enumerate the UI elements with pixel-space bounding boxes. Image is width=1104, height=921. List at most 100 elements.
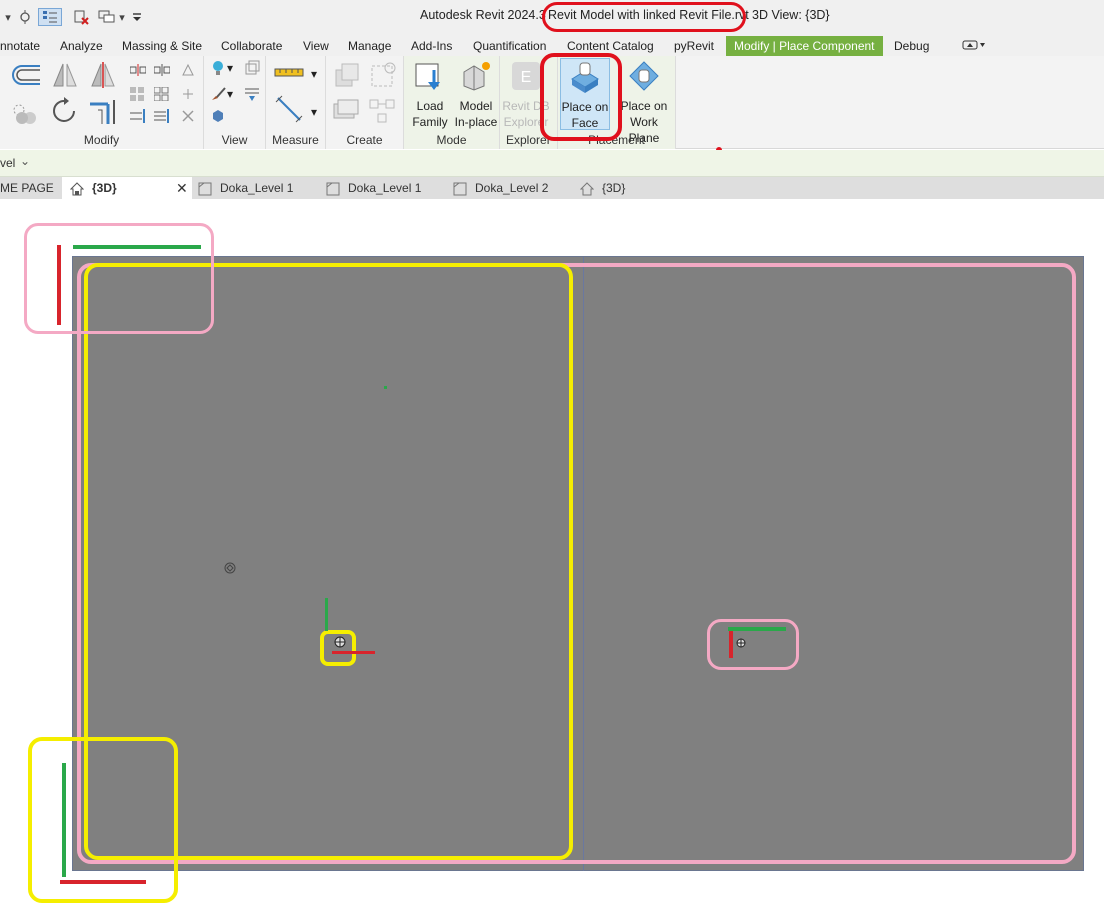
tab-doka-level-1-b-label: Doka_Level 1 <box>348 181 422 195</box>
measure-tool-icon[interactable] <box>16 8 34 26</box>
tab-annotate[interactable]: nnotate <box>0 36 40 56</box>
tab-pyrevit[interactable]: pyRevit <box>674 36 714 56</box>
view-title: 3D View: {3D} <box>752 8 830 22</box>
linked-base-point-x-arrow <box>729 631 733 658</box>
align-icon[interactable] <box>130 62 146 78</box>
measure-panel-label: Measure <box>272 133 319 147</box>
delete-icon[interactable] <box>180 108 196 124</box>
offset-icon[interactable] <box>10 62 44 88</box>
pin-icon[interactable] <box>180 62 196 78</box>
tab-home-page[interactable]: ME PAGE <box>0 177 54 199</box>
ribbon-display-toggle-icon[interactable] <box>960 36 988 54</box>
green-point-marker <box>384 386 387 389</box>
tab-manage[interactable]: Manage <box>348 36 391 56</box>
ribbon: Modify ▾ ▾ View ▾ ▾ Measure Create Load … <box>0 53 1104 153</box>
switch-windows-icon[interactable] <box>96 8 118 26</box>
mirror-axis-icon[interactable] <box>50 60 80 90</box>
level-label: vel <box>0 156 16 170</box>
tab-3d-active[interactable]: {3D} ✕ <box>62 177 192 199</box>
place-on-work-plane-button[interactable]: Place on Work Plane <box>614 58 674 145</box>
measure-panel: ▾ ▾ Measure <box>266 56 326 149</box>
load-family-button[interactable]: Load Family <box>404 58 456 130</box>
create-panel: Create <box>326 56 404 149</box>
load-family-label-2: Family <box>412 115 448 129</box>
tab-doka-level-2-label: Doka_Level 2 <box>475 181 549 195</box>
load-family-label-1: Load <box>416 99 444 113</box>
tab-view[interactable]: View <box>303 36 329 56</box>
trim-extend-single-icon[interactable] <box>130 108 146 124</box>
linework-dropdown-icon[interactable]: ▾ <box>226 86 234 102</box>
revit-db-explorer-icon: E <box>510 60 542 92</box>
tab-3d-secondary-label: {3D} <box>602 181 626 195</box>
switch-windows-dropdown-icon[interactable]: ▾ <box>118 8 126 26</box>
base-point-y-arrow <box>325 598 328 631</box>
modify-panel-label: Modify <box>83 133 120 147</box>
svg-text:E: E <box>521 69 532 86</box>
tab-add-ins[interactable]: Add-Ins <box>411 36 452 56</box>
linked-x-axis-line <box>57 245 61 325</box>
view-cube-icon[interactable] <box>244 60 260 76</box>
create-similar-icon[interactable] <box>368 96 398 126</box>
load-family-icon <box>414 60 446 92</box>
host-y-axis-line <box>62 763 66 877</box>
dimension-icon[interactable] <box>274 94 304 124</box>
tab-massing-site[interactable]: Massing & Site <box>122 36 202 56</box>
create-assembly-icon[interactable] <box>332 60 362 90</box>
options-bar: vel ⌄ <box>0 150 1104 177</box>
tab-doka-level-1-a[interactable]: Doka_Level 1 <box>198 177 318 199</box>
linked-base-point-icon[interactable] <box>736 637 746 648</box>
move-icon[interactable] <box>10 98 40 128</box>
title-bar: ▾ ▾ Autodesk Revit 2024.3 Revit Model wi… <box>0 0 1104 34</box>
qat-dropdown-icon[interactable]: ▾ <box>4 8 12 26</box>
rotate-icon[interactable] <box>50 96 80 126</box>
create-parts-icon[interactable] <box>368 60 398 90</box>
model-in-place-icon <box>460 60 492 92</box>
linked-y-axis-line <box>73 245 201 249</box>
view-panel-label: View <box>221 133 248 147</box>
tab-3d-label: {3D} <box>92 181 117 195</box>
tab-quantification[interactable]: Quantification <box>473 36 546 56</box>
filter-icon[interactable] <box>244 86 260 102</box>
copy-icon[interactable] <box>130 86 146 102</box>
trim-extend-corner-icon[interactable] <box>88 96 122 126</box>
create-group-icon[interactable] <box>332 96 362 126</box>
tab-3d-secondary[interactable]: {3D} <box>579 177 660 199</box>
project-base-point-icon[interactable] <box>334 636 346 648</box>
unpin-icon[interactable] <box>180 86 196 102</box>
linked-base-point-y-arrow <box>728 627 786 631</box>
cut-profile-icon[interactable] <box>210 108 226 124</box>
view-panel: ▾ ▾ View <box>204 56 266 149</box>
split-element-icon[interactable] <box>154 62 170 78</box>
mirror-draw-axis-icon[interactable] <box>88 60 118 90</box>
tab-collaborate[interactable]: Collaborate <box>221 36 282 56</box>
close-tab-icon[interactable]: ✕ <box>176 177 188 199</box>
place-on-work-plane-label-1: Place on <box>620 99 668 113</box>
override-graphics-dropdown-icon[interactable]: ▾ <box>226 60 234 76</box>
tab-analyze[interactable]: Analyze <box>60 36 103 56</box>
model-in-place-button[interactable]: Model In-place <box>450 58 502 130</box>
model-in-place-label-2: In-place <box>454 115 498 129</box>
drawing-canvas[interactable] <box>0 199 1104 921</box>
measure-between-references-icon[interactable] <box>274 64 304 80</box>
mode-panel: Load Family Model In-place Mode <box>404 56 500 149</box>
tab-doka-level-1-b[interactable]: Doka_Level 1 <box>326 177 446 199</box>
measure-dropdown-icon[interactable]: ▾ <box>310 66 318 82</box>
app-title: Autodesk Revit 2024.3 <box>420 8 546 22</box>
host-origin-corner-highlight <box>28 737 178 903</box>
customize-qat-icon[interactable] <box>130 8 144 26</box>
array-icon[interactable] <box>154 86 170 102</box>
mode-panel-label: Mode <box>436 133 467 147</box>
tab-doka-level-2[interactable]: Doka_Level 2 <box>453 177 573 199</box>
trim-extend-multiple-icon[interactable] <box>154 108 170 124</box>
tab-debug[interactable]: Debug <box>894 36 929 56</box>
linework-brush-icon[interactable] <box>210 86 226 102</box>
dimension-dropdown-icon[interactable]: ▾ <box>310 104 318 120</box>
thin-lines-icon[interactable] <box>38 8 62 26</box>
file-name-highlight <box>542 2 746 32</box>
level-dropdown-icon[interactable]: ⌄ <box>20 154 30 168</box>
tab-modify-place-component[interactable]: Modify | Place Component <box>726 36 883 56</box>
modify-panel: Modify <box>0 56 204 149</box>
close-hidden-windows-icon[interactable] <box>72 8 90 26</box>
override-graphics-icon[interactable] <box>210 60 226 76</box>
survey-point-icon[interactable] <box>224 562 236 574</box>
